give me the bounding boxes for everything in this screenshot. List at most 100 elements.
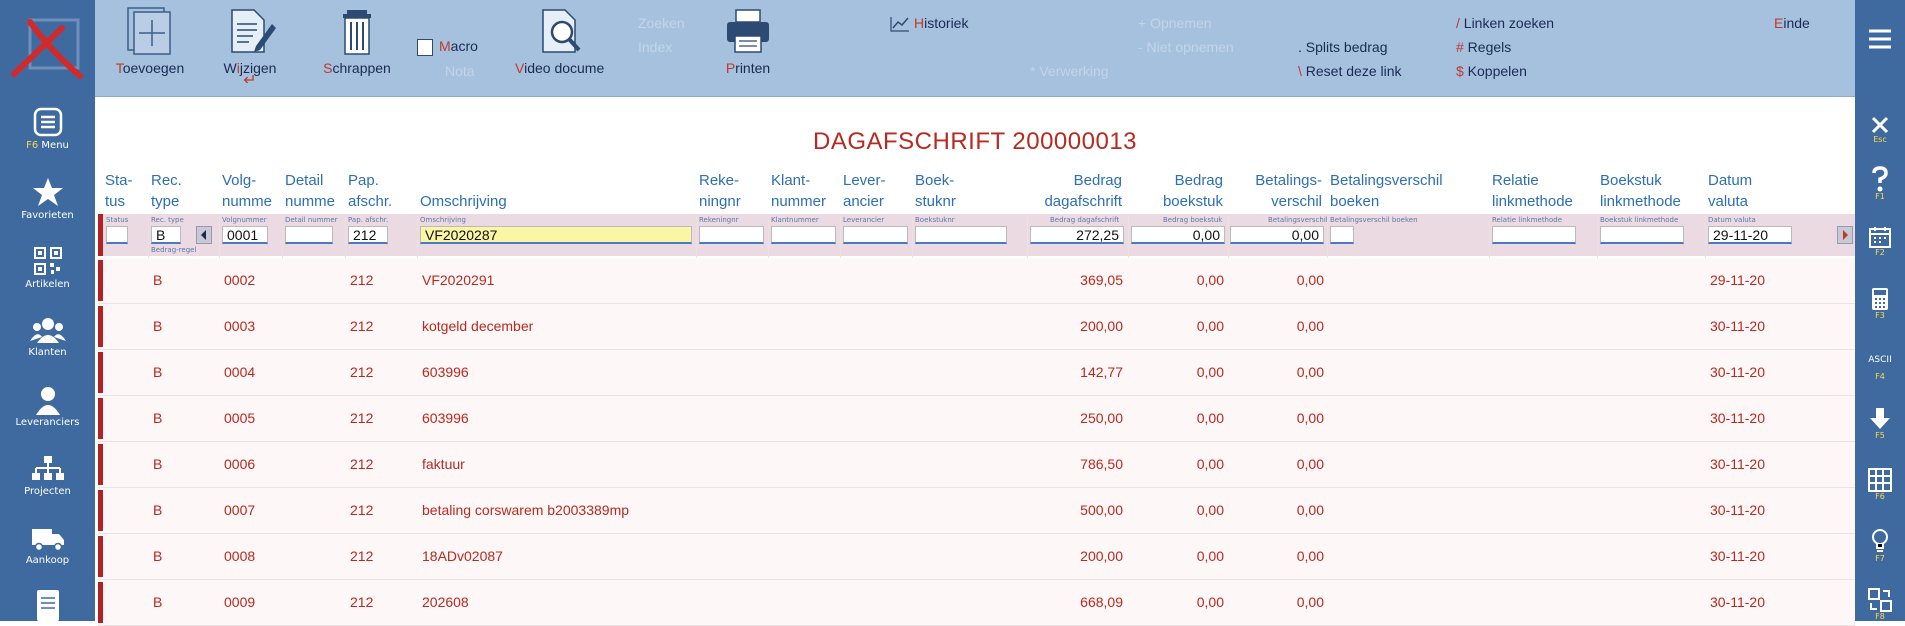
col-header-pap[interactable]: Pap. afschr. xyxy=(348,170,392,212)
col-header-betalingsverschil-boeken[interactable]: Betalingsverschil boeken xyxy=(1330,170,1443,212)
einde-label: inde xyxy=(1783,15,1810,31)
col-header-datum-valuta[interactable]: Datum valuta xyxy=(1708,170,1752,212)
reset-link-button[interactable]: \ Reset deze link xyxy=(1298,63,1402,79)
einde-button[interactable]: Einde xyxy=(1774,15,1810,31)
cell-bedrag-dagafschrift: 142,77 xyxy=(1080,364,1123,380)
bedrag-boekstuk-field[interactable]: 0,00 xyxy=(1131,226,1225,244)
mini-label-relatie: Relatie linkmethode xyxy=(1492,216,1563,224)
macro-button[interactable]: Macro xyxy=(417,38,478,56)
lightbulb-icon xyxy=(1872,529,1888,552)
table-row[interactable]: B 0006 212 faktuur 786,50 0,00 0,00 30-1… xyxy=(98,442,1855,488)
verwerking-button[interactable]: * Verwerking xyxy=(1030,63,1109,79)
col-header-volgnummer[interactable]: Volg-numme xyxy=(222,170,272,212)
col-header-rekeningnr[interactable]: Reke-ningnr xyxy=(699,170,741,212)
prev-row-button[interactable] xyxy=(196,226,212,244)
help-icon xyxy=(1872,166,1888,192)
col-header-klantnummer-line1: Klant- xyxy=(771,172,811,189)
boekstuk-linkmethode-field[interactable] xyxy=(1600,226,1684,244)
lightbulb-button[interactable]: F7 xyxy=(1855,528,1905,563)
calculator-hotkey: F3 xyxy=(1875,311,1885,320)
col-header-status[interactable]: Sta-tus xyxy=(105,170,133,212)
table-row[interactable]: B 0002 212 VF2020291 369,05 0,00 0,00 29… xyxy=(98,258,1855,304)
col-header-betalingsverschil[interactable]: Betalings-verschil xyxy=(1230,170,1322,212)
sidebar-item-leveranciers[interactable]: Leveranciers xyxy=(0,385,95,428)
cell-betalingsverschil: 0,00 xyxy=(1296,594,1324,610)
rectype-field[interactable]: B xyxy=(151,226,181,244)
sidebar-item-klanten[interactable]: Klanten xyxy=(0,315,95,358)
ascii-button[interactable]: ASCII F4 xyxy=(1855,355,1905,381)
volgnummer-field[interactable]: 0001 xyxy=(222,226,268,244)
klantnummer-field[interactable] xyxy=(771,226,836,244)
splits-button[interactable]: . Splits bedrag xyxy=(1298,39,1388,55)
omschrijving-field[interactable]: VF2020287 xyxy=(420,226,692,244)
cell-volgnummer: 0007 xyxy=(224,502,256,518)
sidebar-item-favorieten[interactable]: Favorieten xyxy=(0,176,95,221)
col-header-klantnummer[interactable]: Klant-nummer xyxy=(771,170,826,212)
regels-button[interactable]: # Regels xyxy=(1456,39,1511,55)
betalingsverschil-boeken-field[interactable] xyxy=(1330,226,1354,244)
niet-opnemen-button[interactable]: - Niet opnemen xyxy=(1138,39,1234,55)
help-button[interactable]: F1 xyxy=(1855,166,1905,201)
col-header-leverancier[interactable]: Lever-ancier xyxy=(843,170,886,212)
sidebar-item-aankoop[interactable]: Aankoop xyxy=(0,523,95,566)
col-header-detail[interactable]: Detail numme xyxy=(285,170,335,212)
calendar-button[interactable]: F2 xyxy=(1855,226,1905,257)
close-button[interactable]: Esc xyxy=(1855,115,1905,144)
col-header-bedrag-boekstuk[interactable]: Bedrag boekstuk xyxy=(1130,170,1223,212)
table-row[interactable]: B 0003 212 kotgeld december 200,00 0,00 … xyxy=(98,304,1855,350)
next-column-button[interactable] xyxy=(1837,226,1853,244)
history-button[interactable]: Historiek xyxy=(890,15,968,32)
cell-betalingsverschil: 0,00 xyxy=(1296,456,1324,472)
search-button[interactable]: Zoeken xyxy=(638,15,685,31)
relatie-linkmethode-field[interactable] xyxy=(1492,226,1576,244)
download-button[interactable]: F5 xyxy=(1855,407,1905,440)
video-button[interactable]: Video docume xyxy=(515,6,610,76)
table-row[interactable]: B 0004 212 603996 142,77 0,00 0,00 30-11… xyxy=(98,350,1855,396)
col-header-rectype-line1: Rec. xyxy=(151,172,182,189)
col-header-datum-line2: valuta xyxy=(1708,193,1749,210)
col-header-rectype[interactable]: Rec. type xyxy=(151,170,182,212)
table-row[interactable]: B 0005 212 603996 250,00 0,00 0,00 30-11… xyxy=(98,396,1855,442)
col-header-boekstuknr[interactable]: Boek-stuknr xyxy=(915,170,956,212)
cell-bedrag-dagafschrift: 369,05 xyxy=(1080,272,1123,288)
linken-zoeken-button[interactable]: / Linken zoeken xyxy=(1456,15,1554,31)
col-header-boekstuk-linkmethode[interactable]: Boekstuk linkmethode xyxy=(1600,170,1681,212)
table-row[interactable]: B 0007 212 betaling corswarem b2003389mp… xyxy=(98,488,1855,534)
bedrag-dagafschrift-field[interactable]: 272,25 xyxy=(1030,226,1124,244)
boekstuknr-field[interactable] xyxy=(915,226,1007,244)
add-button[interactable]: Toevoegen xyxy=(110,6,190,76)
sidebar-item-projecten[interactable]: Projecten xyxy=(0,454,95,497)
rekeningnr-field[interactable] xyxy=(699,226,764,244)
app-logo[interactable] xyxy=(0,0,95,95)
table-row[interactable]: B 0009 212 202608 668,09 0,00 0,00 30-11… xyxy=(98,580,1855,626)
cell-betalingsverschil: 0,00 xyxy=(1296,502,1324,518)
datum-valuta-field[interactable]: 29-11-20 xyxy=(1708,226,1792,244)
col-header-omschrijving-line2: Omschrijving xyxy=(420,193,507,210)
pap-afschr-field[interactable]: 212 xyxy=(348,226,388,244)
calculator-button[interactable]: F3 xyxy=(1855,287,1905,320)
sidebar-item-artikelen[interactable]: Artikelen xyxy=(0,245,95,290)
print-button[interactable]: Printen xyxy=(708,6,788,76)
col-header-omschrijving[interactable]: Omschrijving xyxy=(420,170,507,212)
opnemen-button[interactable]: + Opnemen xyxy=(1138,15,1212,31)
betalingsverschil-field[interactable]: 0,00 xyxy=(1230,226,1324,244)
col-header-bedrag-boek-line1: Bedrag xyxy=(1174,172,1223,189)
sidebar-item-document[interactable] xyxy=(0,590,95,623)
leverancier-field[interactable] xyxy=(843,226,908,244)
edit-button[interactable]: Wijzigen ↵ xyxy=(210,6,290,89)
cell-pap: 212 xyxy=(350,272,374,288)
detail-field[interactable] xyxy=(285,226,333,244)
grid-button[interactable]: F6 xyxy=(1855,468,1905,501)
swap-button[interactable]: F8 xyxy=(1855,588,1905,621)
col-header-relatie-linkmethode[interactable]: Relatie linkmethode xyxy=(1492,170,1573,212)
koppelen-button[interactable]: $ Koppelen xyxy=(1456,63,1527,79)
delete-button[interactable]: Schrappen xyxy=(317,6,397,76)
table-row[interactable]: B 0008 212 18ADv02087 200,00 0,00 0,00 3… xyxy=(98,534,1855,580)
index-button[interactable]: Index xyxy=(638,39,672,55)
hamburger-button[interactable] xyxy=(1855,28,1905,50)
nota-button[interactable]: Nota xyxy=(445,63,475,79)
cell-bedrag-boekstuk: 0,00 xyxy=(1196,318,1224,334)
col-header-bedrag-dagafschrift[interactable]: Bedrag dagafschrift xyxy=(1030,170,1122,212)
sidebar-item-menu[interactable]: F6 Menu xyxy=(0,106,95,151)
status-field[interactable] xyxy=(106,226,128,244)
